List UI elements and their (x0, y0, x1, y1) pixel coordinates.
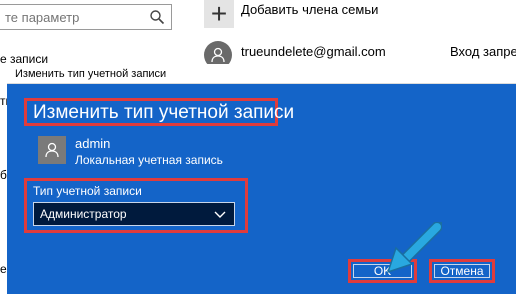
account-type-label: Тип учетной записи (33, 184, 142, 198)
cancel-button-label: Отмена (440, 264, 484, 278)
account-avatar (38, 136, 66, 164)
add-family-button[interactable]: + (204, 0, 234, 28)
account-type-highlight: Тип учетной записи Администратор (24, 178, 248, 233)
settings-search-box[interactable] (0, 4, 172, 30)
add-family-label[interactable]: Добавить члена семьи (241, 2, 378, 17)
dialog-titlebar[interactable]: Изменить тип учетной записи (7, 64, 516, 84)
chevron-down-icon (214, 211, 226, 218)
heading-highlight: Изменить тип учетной записи (24, 98, 294, 126)
account-name: admin (75, 136, 111, 151)
sidebar-item-fragment[interactable]: е (0, 262, 7, 276)
search-icon[interactable] (149, 9, 165, 25)
family-member-email: trueundelete@gmail.com (241, 44, 386, 59)
user-icon (211, 47, 225, 63)
settings-search-input[interactable] (5, 8, 145, 26)
account-type-selected-value: Администратор (40, 207, 127, 221)
login-status: Вход запреще (450, 44, 516, 59)
plus-icon: + (210, 0, 228, 29)
dialog-heading: Изменить тип учетной записи (33, 102, 295, 123)
account-type-dropdown[interactable]: Администратор (33, 202, 235, 226)
account-kind: Локальная учетная запись (75, 153, 223, 167)
dialog-title: Изменить тип учетной записи (15, 68, 167, 80)
user-icon (45, 142, 59, 158)
arrow-pointer-icon (386, 222, 442, 274)
